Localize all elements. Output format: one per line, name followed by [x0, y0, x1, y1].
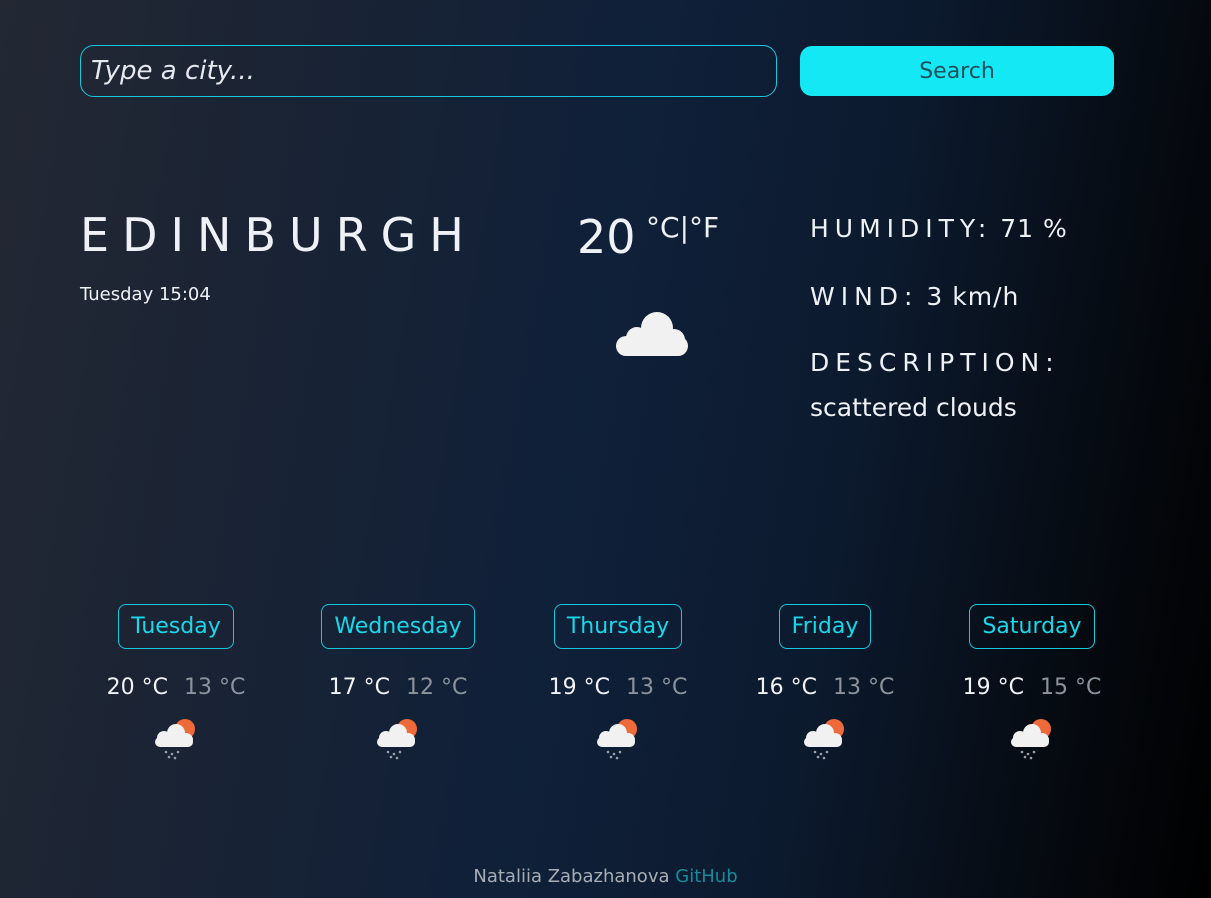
humidity-label: HUMIDITY:: [810, 214, 993, 243]
forecast-max-temp: 19 °C: [962, 675, 1024, 700]
forecast-temps: 19 °C 15 °C: [922, 675, 1142, 700]
forecast-day-badge: Wednesday: [321, 604, 475, 649]
wind-value: 3 km/h: [926, 282, 1020, 311]
forecast-max-temp: 17 °C: [328, 675, 390, 700]
forecast-day: Thursday 19 °C 13 °C: [508, 604, 728, 760]
forecast-day: Saturday 19 °C 15 °C: [922, 604, 1142, 760]
forecast-day-badge: Tuesday: [118, 604, 234, 649]
forecast-min-temp: 15 °C: [1040, 675, 1102, 700]
city-name: EDINBURGH: [80, 208, 477, 262]
rain-sun-cloud-icon: [804, 719, 844, 760]
description-label: DESCRIPTION:: [810, 348, 1060, 377]
rain-sun-cloud-icon: [377, 719, 417, 760]
forecast-temps: 20 °C 13 °C: [66, 675, 286, 700]
search-button[interactable]: Search: [800, 46, 1114, 96]
forecast-temps: 17 °C 12 °C: [288, 675, 508, 700]
forecast-list: Tuesday 20 °C 13 °C Wednesday 17 °C 12 °C: [0, 604, 1211, 784]
forecast-day-badge: Saturday: [969, 604, 1095, 649]
city-search-input[interactable]: [80, 45, 777, 97]
forecast-min-temp: 13 °C: [626, 675, 688, 700]
forecast-day: Wednesday 17 °C 12 °C: [288, 604, 508, 760]
cloud-icon: [616, 312, 688, 356]
forecast-day: Friday 16 °C 13 °C: [715, 604, 935, 760]
humidity-row: HUMIDITY: 71 %: [810, 214, 1068, 243]
current-date-time: Tuesday 15:04: [80, 284, 211, 305]
rain-sun-cloud-icon: [597, 719, 637, 760]
description-value: scattered clouds: [810, 393, 1017, 422]
wind-row: WIND: 3 km/h: [810, 282, 1019, 311]
forecast-min-temp: 12 °C: [406, 675, 468, 700]
fahrenheit-link[interactable]: °F: [689, 211, 719, 244]
footer: Nataliia Zabazhanova GitHub: [0, 866, 1211, 887]
forecast-max-temp: 16 °C: [755, 675, 817, 700]
forecast-temps: 16 °C 13 °C: [715, 675, 935, 700]
current-temperature: 20: [577, 210, 636, 264]
forecast-min-temp: 13 °C: [833, 675, 895, 700]
description-row: DESCRIPTION:: [810, 348, 1060, 377]
unit-switcher: °C | °F: [646, 211, 719, 244]
forecast-max-temp: 19 °C: [548, 675, 610, 700]
footer-author: Nataliia Zabazhanova: [473, 866, 670, 887]
forecast-day-badge: Thursday: [553, 604, 683, 649]
github-link[interactable]: GitHub: [675, 866, 737, 887]
forecast-day: Tuesday 20 °C 13 °C: [66, 604, 286, 760]
celsius-link[interactable]: °C: [646, 211, 680, 244]
humidity-value: 71 %: [1000, 214, 1068, 243]
wind-label: WIND:: [810, 282, 919, 311]
forecast-min-temp: 13 °C: [184, 675, 246, 700]
unit-separator: |: [679, 211, 689, 244]
forecast-temps: 19 °C 13 °C: [508, 675, 728, 700]
rain-sun-cloud-icon: [1011, 719, 1051, 760]
forecast-day-badge: Friday: [778, 604, 872, 649]
rain-sun-cloud-icon: [155, 719, 195, 760]
forecast-max-temp: 20 °C: [106, 675, 168, 700]
